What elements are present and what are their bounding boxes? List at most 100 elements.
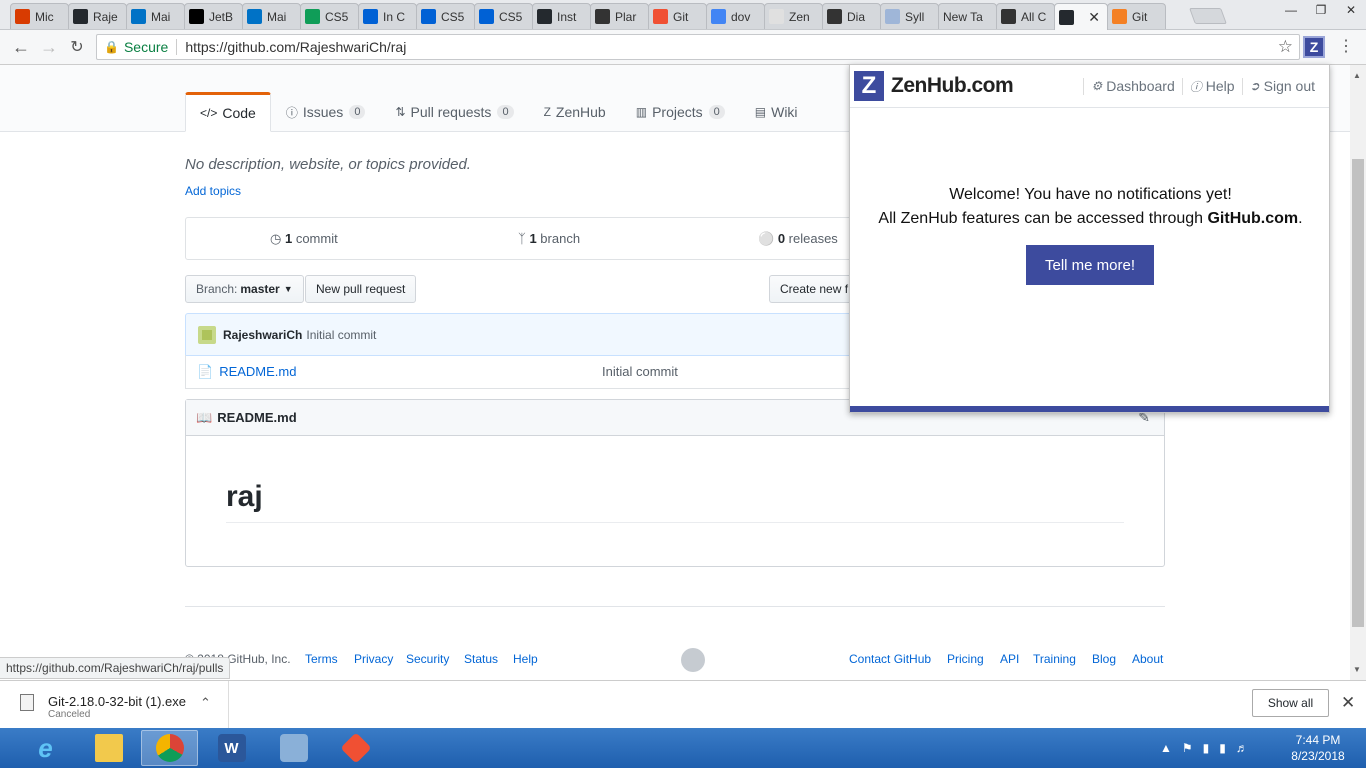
browser-tab[interactable]: Inst — [532, 3, 591, 29]
bookmark-star-icon[interactable]: ☆ — [1278, 37, 1293, 57]
control-panel-icon[interactable] — [265, 730, 322, 766]
repo-nav: </> Code ⓘ Issues 0 ⇅ Pull requests 0 Z ZenHub ▥ Pr… — [185, 92, 813, 132]
tab-icon: </> — [200, 106, 218, 120]
help-link[interactable]: ⓘ Help — [1181, 77, 1242, 95]
branch-select-button[interactable]: Branch: master ▼ — [185, 275, 304, 303]
page-scrollbar[interactable]: ▲ ▼ — [1350, 65, 1366, 680]
new-tab-button[interactable] — [1189, 8, 1227, 24]
browser-tab[interactable]: Mic — [10, 3, 69, 29]
caret-down-icon: ▼ — [283, 284, 293, 294]
add-topics-link[interactable]: Add topics — [185, 184, 241, 198]
footer-training[interactable]: Training — [1033, 652, 1076, 666]
zenhub-brand[interactable]: ZenHub.com — [891, 74, 1014, 98]
tab-label: Raje — [93, 9, 118, 24]
github-logo-icon[interactable] — [681, 648, 705, 672]
forward-icon[interactable]: → — [38, 36, 60, 58]
lock-icon: 🔒 — [104, 40, 119, 54]
tell-me-more-button[interactable]: Tell me more! — [1026, 245, 1154, 285]
maximize-button[interactable]: ❐ — [1306, 0, 1336, 20]
sign-out-link[interactable]: ➲ Sign out — [1241, 77, 1322, 95]
battery-icon[interactable]: ▮ — [1203, 741, 1210, 755]
browser-tab[interactable]: Mai — [126, 3, 185, 29]
tray-expand-icon[interactable]: ▲ — [1160, 741, 1172, 755]
count-badge: 0 — [497, 105, 514, 119]
reload-icon[interactable]: ↻ — [66, 36, 88, 58]
create-new-file-button[interactable]: Create new f — [769, 275, 859, 303]
download-item[interactable]: Git-2.18.0-32-bit (1).exe Canceled ⌃ — [0, 681, 229, 729]
tab-issues[interactable]: ⓘ Issues 0 — [271, 92, 381, 132]
footer-privacy[interactable]: Privacy — [354, 652, 393, 666]
browser-tab[interactable]: Raje — [68, 3, 127, 29]
browser-tab[interactable]: In C — [358, 3, 417, 29]
footer-status[interactable]: Status — [464, 652, 498, 666]
volume-muted-icon[interactable]: ♬ — [1236, 741, 1248, 755]
avatar[interactable] — [198, 325, 216, 344]
chevron-up-icon[interactable]: ⌃ — [200, 695, 211, 711]
scrollbar-thumb[interactable] — [1352, 159, 1364, 627]
browser-tab[interactable]: Git — [648, 3, 707, 29]
tab-projects[interactable]: ▥ Projects 0 — [621, 92, 740, 132]
close-window-button[interactable]: ✕ — [1336, 0, 1366, 20]
tab-zenhub[interactable]: Z ZenHub — [529, 92, 621, 132]
close-download-bar-icon[interactable]: ✕ — [1341, 693, 1355, 713]
link-status-bar: https://github.com/RajeshwariCh/raj/pull… — [0, 657, 231, 679]
file-commit-message[interactable]: Initial commit — [602, 364, 678, 379]
browser-tab[interactable]: JetB — [184, 3, 243, 29]
new-pull-request-button[interactable]: New pull request — [305, 275, 417, 303]
browser-tab[interactable]: CS5 — [474, 3, 533, 29]
file-explorer-icon[interactable] — [80, 730, 137, 766]
bulb-icon — [827, 9, 842, 24]
browser-tab[interactable]: Zen — [764, 3, 823, 29]
file-link[interactable]: README.md — [219, 364, 296, 379]
browser-tab[interactable]: Dia — [822, 3, 881, 29]
browser-tab[interactable]: Syll — [880, 3, 939, 29]
browser-tab[interactable]: CS5 — [416, 3, 475, 29]
tab-pull-requests[interactable]: ⇅ Pull requests 0 — [380, 92, 528, 132]
commit-author[interactable]: RajeshwariCh — [223, 328, 302, 342]
git-icon[interactable] — [327, 730, 384, 766]
scroll-down-icon[interactable]: ▼ — [1353, 665, 1361, 674]
browser-tab[interactable]: CS5 — [300, 3, 359, 29]
zenhub-extension-icon[interactable]: Z — [1303, 36, 1325, 58]
releases-link[interactable]: ⚪ 0 releases — [758, 231, 838, 247]
footer-security[interactable]: Security — [406, 652, 449, 666]
browser-tab[interactable]: Git — [1107, 3, 1166, 29]
browser-tab[interactable]: Plar — [590, 3, 649, 29]
dashboard-link[interactable]: ⚙ Dashboard — [1083, 77, 1181, 95]
footer-about[interactable]: About — [1132, 652, 1163, 666]
browser-menu-icon[interactable]: ⋮ — [1338, 36, 1354, 56]
footer-pricing[interactable]: Pricing — [947, 652, 984, 666]
browser-tab[interactable]: ✕ — [1054, 3, 1108, 30]
tab-label: Inst — [557, 9, 577, 24]
show-all-button[interactable]: Show all — [1252, 689, 1329, 717]
back-icon[interactable]: ← — [10, 36, 32, 58]
chrome-icon[interactable] — [141, 730, 198, 766]
footer-help[interactable]: Help — [513, 652, 538, 666]
download-status: Canceled — [48, 709, 91, 720]
tab-code[interactable]: </> Code — [185, 92, 271, 132]
footer-blog[interactable]: Blog — [1092, 652, 1116, 666]
commit-message[interactable]: Initial commit — [306, 328, 376, 342]
browser-tab[interactable]: New Ta — [938, 3, 997, 29]
network-signal-icon[interactable]: ▮ — [1219, 741, 1226, 755]
address-bar[interactable]: 🔒 Secure https://github.com/RajeshwariCh… — [96, 34, 1300, 60]
readme-heading: raj — [226, 480, 1124, 523]
commits-link[interactable]: ◷ 1 commit — [270, 231, 338, 247]
branches-link[interactable]: ᛉ 1 branch — [518, 231, 580, 246]
minimize-button[interactable]: — — [1276, 0, 1306, 20]
internet-explorer-icon[interactable]: e — [17, 730, 74, 766]
word-icon[interactable]: W — [203, 730, 260, 766]
footer-contact[interactable]: Contact GitHub — [849, 652, 931, 666]
close-tab-icon[interactable]: ✕ — [1085, 9, 1103, 26]
browser-tab[interactable]: dov — [706, 3, 765, 29]
tab-wiki[interactable]: ▤ Wiki — [740, 92, 813, 132]
box-icon — [421, 9, 436, 24]
footer-api[interactable]: API — [1000, 652, 1019, 666]
browser-tab[interactable]: All C — [996, 3, 1055, 29]
scroll-up-icon[interactable]: ▲ — [1353, 71, 1361, 80]
footer-terms[interactable]: Terms — [305, 652, 338, 666]
tab-icon: ▥ — [635, 105, 648, 119]
browser-tab[interactable]: Mai — [242, 3, 301, 29]
action-center-icon[interactable]: ⚑ — [1182, 741, 1193, 755]
taskbar-clock[interactable]: 7:44 PM 8/23/2018 — [1286, 732, 1350, 764]
